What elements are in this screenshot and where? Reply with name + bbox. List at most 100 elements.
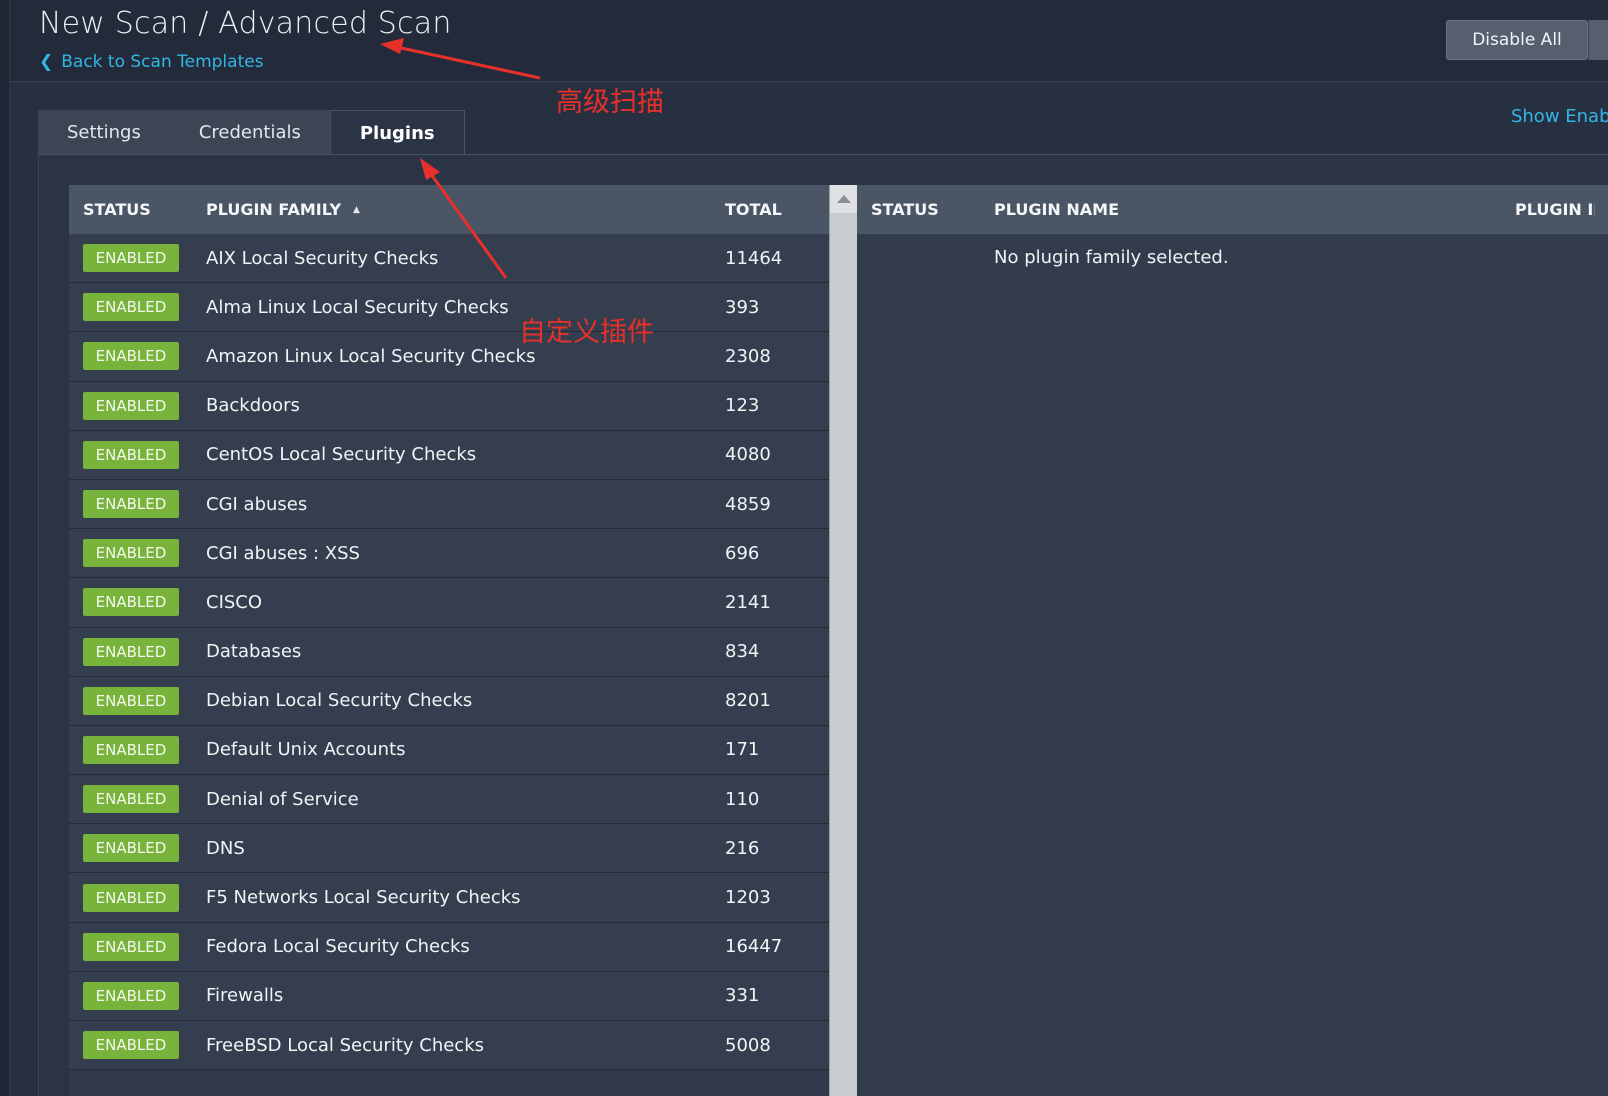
enabled-badge[interactable]: ENABLED — [83, 686, 179, 715]
enabled-badge[interactable]: ENABLED — [83, 883, 179, 912]
table-row[interactable]: ENABLED Firewalls 331 — [69, 971, 829, 1021]
row-family-name: Default Unix Accounts — [206, 739, 406, 761]
enabled-badge[interactable]: ENABLED — [83, 539, 179, 568]
scroll-up-button[interactable] — [830, 185, 858, 213]
enabled-badge[interactable]: ENABLED — [83, 588, 179, 617]
page-header: New Scan / Advanced Scan ❮ Back to Scan … — [10, 0, 1608, 82]
row-family-name: CISCO — [206, 591, 263, 613]
table-row[interactable]: ENABLED Fedora Local Security Checks 16447 — [69, 922, 829, 972]
table-row[interactable]: ENABLED CISCO 2141 — [69, 578, 829, 628]
row-family-name: CentOS Local Security Checks — [206, 444, 477, 466]
plugins-column-header-status[interactable]: STATUS — [857, 200, 994, 219]
row-family-name: Databases — [206, 641, 302, 663]
enabled-badge[interactable]: ENABLED — [83, 440, 179, 469]
back-link-label: Back to Scan Templates — [61, 52, 264, 72]
tab-plugins[interactable]: Plugins — [329, 110, 465, 155]
table-row[interactable]: ENABLED DNS 216 — [69, 824, 829, 874]
row-family-name: DNS — [206, 837, 245, 859]
column-header-family-label: PLUGIN FAMILY — [206, 200, 342, 219]
row-total: 123 — [725, 395, 760, 417]
column-header-family[interactable]: PLUGIN FAMILY ▲ — [206, 200, 725, 219]
row-status-cell: ENABLED — [69, 342, 206, 371]
enabled-badge[interactable]: ENABLED — [83, 490, 179, 519]
enabled-badge[interactable]: ENABLED — [83, 785, 179, 814]
table-row[interactable]: ENABLED CGI abuses : XSS 696 — [69, 529, 829, 579]
row-family-name: Denial of Service — [206, 788, 359, 810]
button-group-edge[interactable] — [1588, 20, 1608, 60]
row-status-cell: ENABLED — [69, 686, 206, 715]
table-row[interactable]: ENABLED CGI abuses 4859 — [69, 479, 829, 530]
enabled-badge[interactable]: ENABLED — [83, 735, 179, 764]
row-total: 5008 — [725, 1034, 771, 1056]
row-status-cell: ENABLED — [69, 293, 206, 322]
row-status-cell: ENABLED — [69, 735, 206, 764]
row-status-cell: ENABLED — [69, 391, 206, 420]
disable-all-button[interactable]: Disable All — [1446, 20, 1588, 60]
main-content: Settings Credentials Plugins Show Enable… — [10, 82, 1608, 1096]
enabled-badge[interactable]: ENABLED — [83, 342, 179, 371]
families-scrollbar[interactable] — [829, 185, 858, 1096]
enabled-badge[interactable]: ENABLED — [83, 244, 179, 273]
row-family-name: CGI abuses — [206, 493, 308, 515]
table-row[interactable]: ENABLED F5 Networks Local Security Checks… — [69, 873, 829, 923]
table-row[interactable]: ENABLED Alma Linux Local Security Checks 3… — [69, 283, 829, 333]
row-total: 16447 — [725, 936, 783, 958]
plugin-families-table: STATUS PLUGIN FAMILY ▲ TOTAL ENABLED AIX … — [69, 185, 829, 1096]
back-to-templates-link[interactable]: ❮ Back to Scan Templates — [39, 52, 264, 72]
row-family-name: Amazon Linux Local Security Checks — [206, 345, 536, 367]
row-status-cell: ENABLED — [69, 244, 206, 273]
arrow-up-icon — [837, 195, 851, 203]
enabled-badge[interactable]: ENABLED — [83, 981, 179, 1010]
row-total: 8201 — [725, 690, 771, 712]
enabled-badge[interactable]: ENABLED — [83, 834, 179, 863]
row-total: 2308 — [725, 345, 771, 367]
row-total: 110 — [725, 788, 760, 810]
table-row[interactable]: ENABLED AIX Local Security Checks 11464 — [69, 234, 829, 284]
annotation-custom-plugins: 自定义插件 — [519, 317, 654, 348]
row-status-cell: ENABLED — [69, 981, 206, 1010]
plugins-column-header-id[interactable]: PLUGIN ID — [1515, 200, 1595, 219]
row-family-name: Debian Local Security Checks — [206, 690, 473, 712]
enabled-badge[interactable]: ENABLED — [83, 637, 179, 666]
row-status-cell: ENABLED — [69, 440, 206, 469]
plugins-table: STATUS PLUGIN NAME PLUGIN ID No plugin f… — [857, 185, 1608, 1096]
tab-credentials[interactable]: Credentials — [169, 110, 330, 154]
plugins-panel: STATUS PLUGIN FAMILY ▲ TOTAL ENABLED AIX … — [38, 154, 1608, 1096]
table-row[interactable]: ENABLED Backdoors 123 — [69, 381, 829, 431]
show-enabled-link[interactable]: Show Enabled — [1511, 106, 1608, 127]
enabled-badge[interactable]: ENABLED — [83, 932, 179, 961]
row-family-name: Backdoors — [206, 395, 300, 417]
row-family-name: F5 Networks Local Security Checks — [206, 887, 521, 909]
row-total: 1203 — [725, 887, 771, 909]
tab-bar: Settings Credentials Plugins — [38, 110, 465, 155]
row-status-cell: ENABLED — [69, 1031, 206, 1060]
row-status-cell: ENABLED — [69, 932, 206, 961]
row-family-name: Fedora Local Security Checks — [206, 936, 470, 958]
annotation-advanced-scan: 高级扫描 — [556, 87, 664, 118]
tab-settings[interactable]: Settings — [38, 110, 170, 154]
enabled-badge[interactable]: ENABLED — [83, 1031, 179, 1060]
row-family-name: FreeBSD Local Security Checks — [206, 1034, 484, 1056]
enabled-badge[interactable]: ENABLED — [83, 293, 179, 322]
row-total: 834 — [725, 641, 760, 663]
row-total: 393 — [725, 296, 760, 318]
table-row[interactable]: ENABLED Databases 834 — [69, 627, 829, 677]
table-row[interactable]: ENABLED Default Unix Accounts 171 — [69, 725, 829, 776]
table-row[interactable]: ENABLED FreeBSD Local Security Checks 5008 — [69, 1021, 829, 1071]
table-row[interactable]: ENABLED Debian Local Security Checks 8201 — [69, 676, 829, 726]
row-total: 331 — [725, 985, 760, 1007]
families-table-body: ENABLED AIX Local Security Checks 11464 ENA… — [69, 234, 829, 1071]
row-status-cell: ENABLED — [69, 539, 206, 568]
enabled-badge[interactable]: ENABLED — [83, 391, 179, 420]
families-table-header: STATUS PLUGIN FAMILY ▲ TOTAL — [69, 185, 829, 234]
table-row[interactable]: ENABLED Amazon Linux Local Security Check… — [69, 332, 829, 382]
row-total: 4080 — [725, 444, 771, 466]
row-family-name: Firewalls — [206, 985, 284, 1007]
column-header-status[interactable]: STATUS — [69, 200, 206, 219]
column-header-total[interactable]: TOTAL — [725, 200, 829, 219]
table-row[interactable]: ENABLED Denial of Service 110 — [69, 775, 829, 825]
row-total: 696 — [725, 542, 760, 564]
scan-editor-page: New Scan / Advanced Scan ❮ Back to Scan … — [0, 0, 1608, 1096]
plugins-column-header-name[interactable]: PLUGIN NAME — [994, 200, 1515, 219]
table-row[interactable]: ENABLED CentOS Local Security Checks 4080 — [69, 430, 829, 480]
